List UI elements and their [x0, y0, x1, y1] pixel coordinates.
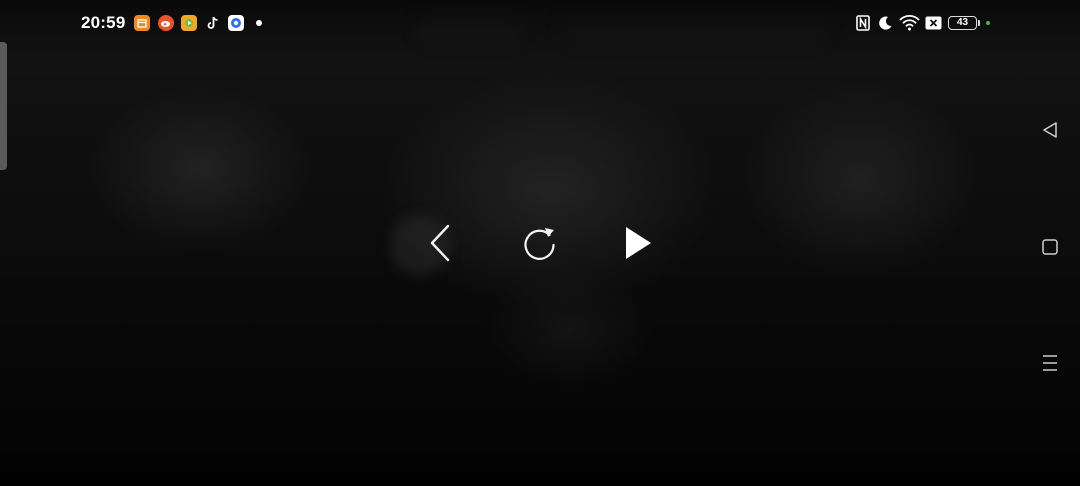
- previous-icon: [430, 224, 450, 262]
- battery-tip: [978, 20, 980, 26]
- browser-app-icon: [228, 15, 244, 31]
- play-icon: [626, 227, 651, 259]
- more-notifications-dot: [256, 20, 262, 26]
- wifi-icon: [899, 14, 920, 31]
- home-button[interactable]: [1036, 233, 1064, 261]
- calendar-app-icon: [134, 15, 150, 31]
- status-time: 20:59: [81, 13, 126, 32]
- video-player-screen: 20:59 43: [0, 0, 1080, 486]
- nfc-icon: [856, 15, 870, 31]
- sim-off-icon: [925, 16, 942, 30]
- home-icon: [1042, 239, 1058, 255]
- weibo-app-icon: [158, 15, 174, 31]
- battery-icon: 43: [948, 16, 977, 30]
- edge-panel-handle[interactable]: [0, 42, 7, 170]
- back-button[interactable]: [1036, 116, 1064, 144]
- menu-icon: [1043, 355, 1057, 371]
- play-button[interactable]: [618, 222, 658, 264]
- previous-button[interactable]: [420, 222, 460, 264]
- tiktok-app-icon: [205, 15, 221, 31]
- replay-button[interactable]: [518, 221, 562, 265]
- charging-indicator: [986, 21, 990, 25]
- back-icon: [1043, 122, 1057, 138]
- video-app-icon: [181, 15, 197, 31]
- status-bar: 20:59 43: [0, 0, 1080, 46]
- menu-button[interactable]: [1036, 349, 1064, 377]
- moon-icon: [879, 16, 892, 30]
- replay-icon: [524, 228, 555, 260]
